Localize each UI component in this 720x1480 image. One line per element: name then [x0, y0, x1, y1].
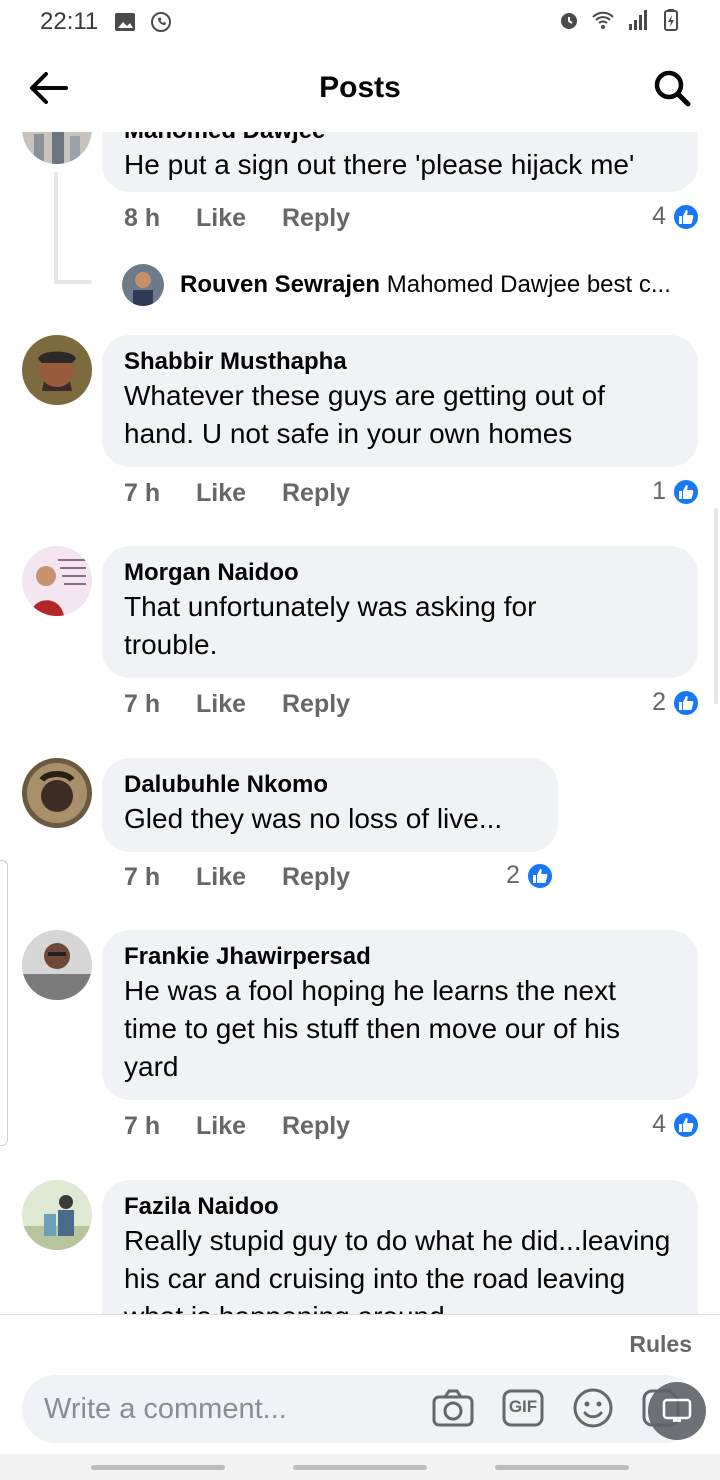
nav-home[interactable]: [293, 1465, 427, 1470]
reaction-count[interactable]: 4: [652, 202, 700, 231]
reaction-count[interactable]: 1: [652, 477, 700, 506]
status-bar: 22:11: [0, 0, 720, 44]
reaction-count[interactable]: 2: [506, 861, 554, 890]
avatar[interactable]: [22, 1180, 92, 1250]
edge-panel-handle[interactable]: [0, 860, 8, 1146]
comment-text: Really stupid guy to do what he did...le…: [124, 1225, 671, 1314]
avatar[interactable]: [22, 132, 92, 164]
page-title: Posts: [319, 71, 401, 104]
emoji-icon[interactable]: [570, 1385, 616, 1431]
like-button[interactable]: Like: [196, 863, 282, 892]
reaction-count[interactable]: 2: [652, 688, 700, 717]
comment-actions: 7 h Like Reply: [124, 690, 350, 719]
comment-time[interactable]: 8 h: [124, 204, 196, 233]
comment-bubble[interactable]: Dalubuhle Nkomo Gled they was no loss of…: [102, 758, 558, 852]
reply-preview[interactable]: Rouven Sewrajen Mahomed Dawjee best c...: [180, 270, 690, 300]
like-button[interactable]: Like: [196, 690, 282, 719]
like-icon: [525, 861, 554, 890]
reply-button[interactable]: Reply: [282, 204, 350, 233]
comment-time[interactable]: 7 h: [124, 690, 196, 719]
reply-button[interactable]: Reply: [282, 690, 350, 719]
gif-label: GIF: [508, 1397, 538, 1416]
comment-actions: 7 h Like Reply: [124, 863, 350, 892]
reply-author: Rouven Sewrajen: [180, 271, 381, 298]
avatar[interactable]: [22, 335, 92, 405]
signal-icon: [629, 10, 647, 30]
comment-composer: Rules GIF: [0, 1314, 720, 1454]
like-count: 1: [652, 477, 666, 505]
comment-text: Gled they was no loss of live...: [124, 803, 503, 834]
like-count: 2: [652, 688, 666, 716]
comment-text: He put a sign out there 'please hijack m…: [124, 149, 635, 180]
comment-time[interactable]: 7 h: [124, 1112, 196, 1141]
comment-text: Whatever these guys are getting out of h…: [124, 380, 605, 449]
gallery-icon: [115, 13, 136, 31]
reply-avatar[interactable]: [122, 264, 164, 306]
like-button[interactable]: Like: [196, 204, 282, 233]
floating-assistant-button[interactable]: [648, 1382, 706, 1440]
avatar[interactable]: [22, 930, 92, 1000]
battery-icon: [664, 9, 678, 31]
nav-recents[interactable]: [91, 1465, 225, 1470]
wifi-icon: [592, 11, 614, 29]
comment-bubble[interactable]: Shabbir Musthapha Whatever these guys ar…: [102, 335, 698, 467]
like-count: 2: [506, 861, 520, 889]
like-icon: [672, 202, 700, 231]
comment-actions: 8 h Like Reply: [124, 204, 350, 233]
comment-author[interactable]: Mahomed Dawjee: [124, 132, 676, 146]
comment-author[interactable]: Dalubuhle Nkomo: [124, 770, 536, 800]
reply-button[interactable]: Reply: [282, 1112, 350, 1141]
reply-button[interactable]: Reply: [282, 863, 350, 892]
comment-author[interactable]: Frankie Jhawirpersad: [124, 942, 676, 972]
like-button[interactable]: Like: [196, 1112, 282, 1141]
comment-input[interactable]: [44, 1392, 424, 1426]
like-icon: [672, 1110, 700, 1139]
avatar[interactable]: [22, 546, 92, 616]
system-nav-bar: [0, 1454, 720, 1480]
comment-bubble[interactable]: Mahomed Dawjee He put a sign out there '…: [102, 132, 698, 192]
reply-text: Mahomed Dawjee best c...: [386, 271, 671, 298]
status-time: 22:11: [40, 8, 99, 35]
like-icon: [672, 688, 700, 717]
comment-bubble[interactable]: Fazila Naidoo Really stupid guy to do wh…: [102, 1180, 698, 1314]
reaction-count[interactable]: 4: [652, 1110, 700, 1139]
app-header: Posts: [0, 44, 720, 132]
comment-text: He was a fool hoping he learns the next …: [124, 975, 620, 1082]
search-icon[interactable]: [652, 68, 692, 108]
scrollbar[interactable]: [714, 508, 718, 704]
comment-author[interactable]: Shabbir Musthapha: [124, 347, 676, 377]
avatar[interactable]: [22, 758, 92, 828]
thread-line-branch: [54, 280, 92, 284]
back-arrow-icon[interactable]: [26, 68, 70, 108]
like-icon: [672, 477, 700, 506]
comment-bubble[interactable]: Frankie Jhawirpersad He was a fool hopin…: [102, 930, 698, 1100]
comment-time[interactable]: 7 h: [124, 479, 196, 508]
whatsapp-icon: [151, 12, 172, 32]
rules-link[interactable]: Rules: [629, 1331, 692, 1358]
comment-actions: 7 h Like Reply: [124, 1112, 350, 1141]
alarm-icon: [561, 13, 577, 29]
comment-author[interactable]: Morgan Naidoo: [124, 558, 676, 588]
gif-icon[interactable]: GIF: [500, 1385, 546, 1431]
like-count: 4: [652, 202, 666, 230]
comment-author[interactable]: Fazila Naidoo: [124, 1192, 676, 1222]
comment-actions: 7 h Like Reply: [124, 479, 350, 508]
thread-line: [54, 172, 58, 284]
camera-icon[interactable]: [430, 1385, 476, 1431]
nav-back[interactable]: [495, 1465, 629, 1470]
comment-text: That unfortunately was asking for troubl…: [124, 591, 537, 660]
comment-bubble[interactable]: Morgan Naidoo That unfortunately was ask…: [102, 546, 698, 678]
like-button[interactable]: Like: [196, 479, 282, 508]
comment-box[interactable]: GIF: [22, 1375, 698, 1443]
reply-button[interactable]: Reply: [282, 479, 350, 508]
screen-icon: [662, 1398, 692, 1422]
comments-feed[interactable]: Mahomed Dawjee He put a sign out there '…: [0, 132, 720, 1314]
like-count: 4: [652, 1110, 666, 1138]
comment-time[interactable]: 7 h: [124, 863, 196, 892]
